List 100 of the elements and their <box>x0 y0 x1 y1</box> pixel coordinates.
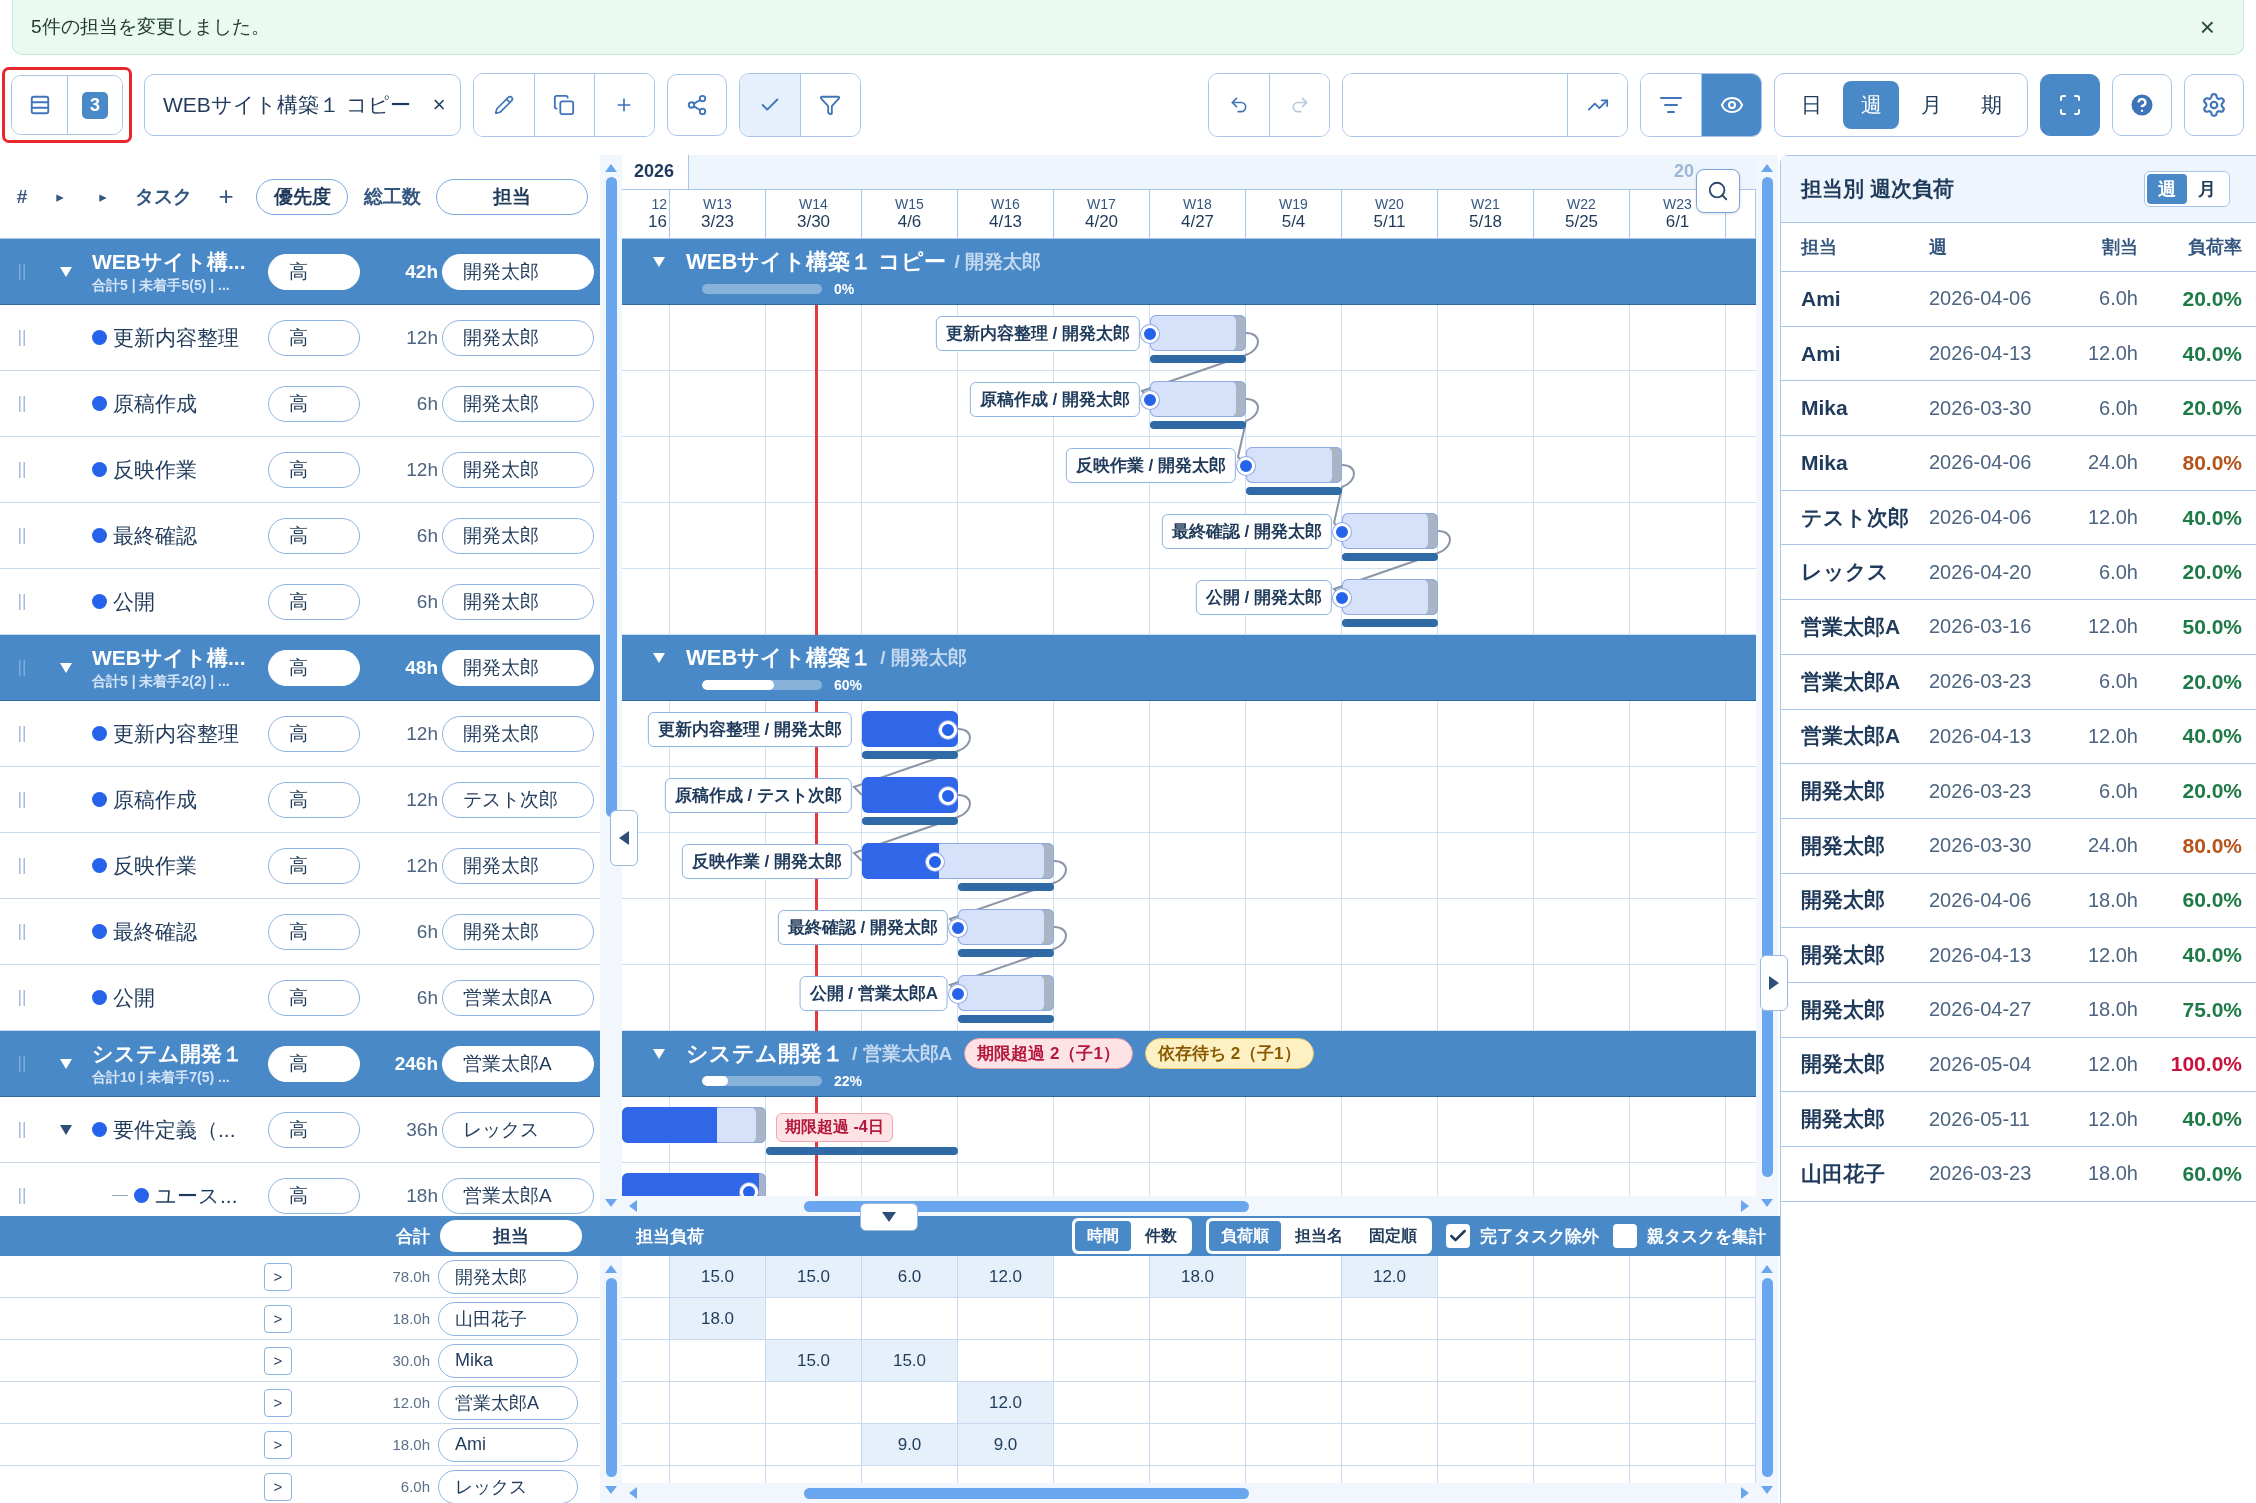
progress-handle[interactable] <box>1141 325 1159 343</box>
close-button[interactable]: × <box>432 92 446 118</box>
check-button[interactable] <box>739 74 800 136</box>
priority-select[interactable]: 高 <box>268 715 360 752</box>
assignee-select[interactable]: 開発太郎 <box>442 253 594 290</box>
visibility-button[interactable] <box>1701 74 1761 136</box>
scrollbar-thumb[interactable] <box>804 1200 1249 1212</box>
unit-tab[interactable]: 時間 <box>1075 1221 1131 1251</box>
drag-handle-icon[interactable] <box>18 1055 26 1072</box>
progress-handle[interactable] <box>1237 457 1255 475</box>
assignee-select[interactable]: 営業太郎A <box>442 1045 594 1082</box>
period-tab[interactable]: 週 <box>2147 174 2187 204</box>
task-name[interactable]: ユース... <box>155 1181 238 1210</box>
assignee-select[interactable]: レックス <box>442 1111 594 1148</box>
expand-button[interactable]: > <box>264 1472 292 1501</box>
progress-handle[interactable] <box>949 919 967 937</box>
task-bar[interactable] <box>862 843 1054 879</box>
settings-button[interactable] <box>2184 74 2244 136</box>
progress-handle[interactable] <box>740 1183 759 1196</box>
caret-icon[interactable] <box>59 1057 73 1070</box>
scroll-down-icon[interactable] <box>1760 1485 1774 1495</box>
assignee-select[interactable]: 開発太郎 <box>442 451 594 488</box>
drag-handle-icon[interactable] <box>18 395 26 412</box>
sort-tab[interactable]: 負荷順 <box>1209 1221 1281 1251</box>
search-field[interactable] <box>1342 73 1628 137</box>
task-name[interactable]: 反映作業 <box>113 455 197 484</box>
redo-button[interactable] <box>1269 74 1329 136</box>
share-button[interactable] <box>666 74 727 136</box>
expand-button[interactable]: > <box>264 1304 292 1333</box>
project-tab[interactable]: WEBサイト構築１ コピー × <box>144 74 461 136</box>
trend-button[interactable] <box>1567 74 1627 136</box>
assignee-select[interactable]: 開発太郎 <box>442 583 594 620</box>
priority-select[interactable]: 高 <box>268 385 360 422</box>
assignee-select[interactable]: 開発太郎 <box>442 913 594 950</box>
scrollbar-thumb[interactable] <box>804 1487 1249 1499</box>
scroll-right-icon[interactable] <box>1740 1199 1750 1213</box>
priority-select[interactable]: 高 <box>268 649 360 686</box>
drag-handle-icon[interactable] <box>18 725 26 742</box>
priority-select[interactable]: 高 <box>268 517 360 554</box>
filter-button[interactable] <box>799 74 860 136</box>
scroll-right-icon[interactable] <box>1740 1486 1750 1500</box>
fullscreen-button[interactable] <box>2040 74 2100 136</box>
group-band[interactable]: WEBサイト構築１ コピー / 開発太郎 0% <box>622 239 1756 305</box>
expand-button[interactable]: > <box>264 1262 292 1291</box>
priority-select[interactable]: 高 <box>268 781 360 818</box>
progress-handle[interactable] <box>939 787 957 805</box>
caret-icon[interactable] <box>652 255 666 268</box>
priority-select[interactable]: 高 <box>268 1177 360 1214</box>
task-name[interactable]: 最終確認 <box>113 917 197 946</box>
priority-select[interactable]: 高 <box>268 1111 360 1148</box>
assignee-select[interactable]: Mika <box>438 1343 578 1378</box>
checkbox-label[interactable]: 親タスクを集計 <box>1647 1224 1766 1248</box>
scale-tab[interactable]: 週 <box>1843 81 1899 129</box>
scrollbar-thumb[interactable] <box>605 1277 617 1478</box>
scroll-left-icon[interactable] <box>628 1199 638 1213</box>
scroll-up-icon[interactable] <box>1760 1264 1774 1274</box>
assignee-select[interactable]: 山田花子 <box>438 1301 578 1336</box>
add-task-button[interactable]: + <box>196 181 256 212</box>
collapse-right-button[interactable] <box>1760 955 1788 1011</box>
priority-select[interactable]: 高 <box>268 451 360 488</box>
group-band[interactable]: システム開発１ / 営業太郎A 期限超過 2（子1） 依存待ち 2（子1） 22% <box>622 1031 1756 1097</box>
assignee-select[interactable]: レックス <box>438 1469 578 1503</box>
assignee-header[interactable]: 担当 <box>440 1220 582 1252</box>
caret-icon[interactable] <box>59 661 73 674</box>
caret-icon[interactable] <box>59 1123 73 1136</box>
assignee-select[interactable]: Ami <box>438 1427 578 1462</box>
count-button[interactable]: 3 <box>67 76 122 134</box>
drag-handle-icon[interactable] <box>18 659 26 676</box>
assignee-select[interactable]: 開発太郎 <box>442 649 594 686</box>
help-button[interactable] <box>2112 74 2172 136</box>
caret-icon[interactable] <box>59 265 73 278</box>
scroll-up-icon[interactable] <box>604 163 618 173</box>
scroll-up-icon[interactable] <box>1760 163 1774 173</box>
assignee-select[interactable]: 開発太郎 <box>442 385 594 422</box>
task-name[interactable]: 原稿作成 <box>113 389 197 418</box>
checkbox-label[interactable]: 完了タスク除外 <box>1480 1224 1599 1248</box>
drag-handle-icon[interactable] <box>18 923 26 940</box>
priority-select[interactable]: 高 <box>268 319 360 356</box>
close-button[interactable]: × <box>2195 11 2219 43</box>
assignee-select[interactable]: 開発太郎 <box>442 319 594 356</box>
expand-level-button[interactable]: ▸ <box>76 187 130 206</box>
scale-tab[interactable]: 期 <box>1963 81 2019 129</box>
assignee-select[interactable]: 営業太郎A <box>442 1177 594 1214</box>
assignee-select[interactable]: 開発太郎 <box>442 715 594 752</box>
priority-select[interactable]: 高 <box>268 847 360 884</box>
priority-header[interactable]: 優先度 <box>256 178 348 215</box>
task-name[interactable]: 公開 <box>113 983 155 1012</box>
scroll-down-icon[interactable] <box>604 1198 618 1208</box>
checkbox[interactable] <box>1613 1224 1637 1248</box>
task-name[interactable]: 最終確認 <box>113 521 197 550</box>
scroll-up-icon[interactable] <box>604 1264 618 1274</box>
progress-handle[interactable] <box>1333 523 1351 541</box>
expand-button[interactable]: > <box>264 1388 292 1417</box>
task-name[interactable]: 更新内容整理 <box>113 719 239 748</box>
drag-handle-icon[interactable] <box>18 263 26 280</box>
assignee-header[interactable]: 担当 <box>436 178 588 215</box>
drag-handle-icon[interactable] <box>18 329 26 346</box>
task-name[interactable]: 更新内容整理 <box>113 323 239 352</box>
scrollbar-thumb[interactable] <box>1761 1277 1773 1478</box>
task-name[interactable]: 原稿作成 <box>113 785 197 814</box>
